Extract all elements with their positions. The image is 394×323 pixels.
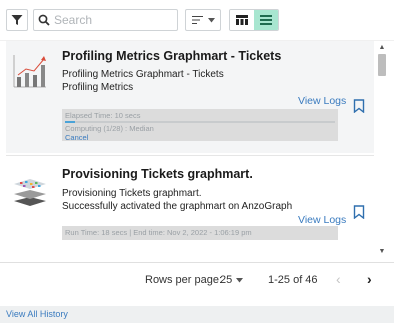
sort-lines-icon xyxy=(191,16,203,24)
progress-bar xyxy=(65,121,335,123)
elapsed-time: Elapsed Time: 10 secs xyxy=(65,111,141,120)
scroll-down-icon[interactable]: ▼ xyxy=(378,248,386,256)
filter-funnel-icon xyxy=(11,15,23,25)
sort-button[interactable] xyxy=(185,9,221,31)
divider xyxy=(6,155,374,156)
view-logs-link[interactable]: View Logs xyxy=(298,95,346,107)
table-view-icon xyxy=(236,15,248,25)
view-all-history-link[interactable]: View All History xyxy=(6,309,68,319)
view-mode-toggle xyxy=(229,9,279,31)
item-subtitle: Profiling Metrics Graphmart - Tickets xyxy=(62,69,224,80)
table-view-button[interactable] xyxy=(230,10,254,30)
item-title: Provisioning Tickets graphmart. xyxy=(62,167,253,181)
list-view-button[interactable] xyxy=(254,10,278,30)
bar-line-chart-icon xyxy=(13,55,46,88)
list-item[interactable]: Profiling Metrics Graphmart - Tickets Pr… xyxy=(6,41,374,153)
chevron-down-icon xyxy=(236,277,244,282)
footer-bar: View All History xyxy=(0,306,394,323)
item-title: Profiling Metrics Graphmart - Tickets xyxy=(62,49,282,63)
stacked-layers-icon xyxy=(14,179,46,206)
item-description: Profiling Metrics xyxy=(62,82,134,93)
chevron-down-icon xyxy=(207,17,215,22)
rows-per-page-select[interactable]: 25 xyxy=(220,274,244,286)
list-scrollbar[interactable]: ▲ ▼ xyxy=(376,40,388,262)
progress-fill xyxy=(65,121,75,123)
list-view-icon xyxy=(260,15,272,25)
filter-button[interactable] xyxy=(6,9,28,31)
item-subtitle: Provisioning Tickets graphmart. xyxy=(62,188,202,199)
pagination: Rows per page: 25 1-25 of 46 ‹ › xyxy=(0,262,394,296)
next-page-button[interactable]: › xyxy=(367,271,372,287)
rows-per-page-value: 25 xyxy=(220,274,233,286)
item-description: Successfully activated the graphmart on … xyxy=(62,201,293,212)
scroll-thumb[interactable] xyxy=(378,54,386,76)
search-input[interactable] xyxy=(54,13,174,27)
search-icon xyxy=(38,14,50,26)
rows-per-page-label: Rows per page: xyxy=(145,274,223,286)
previous-page-button[interactable]: ‹ xyxy=(336,271,341,287)
cancel-link[interactable]: Cancel xyxy=(65,133,335,142)
history-list: Profiling Metrics Graphmart - Tickets Pr… xyxy=(0,40,394,262)
search-field[interactable] xyxy=(33,9,178,31)
bookmark-icon[interactable] xyxy=(353,205,365,219)
list-item[interactable]: Provisioning Tickets graphmart. Provisio… xyxy=(6,161,374,262)
page-range: 1-25 of 46 xyxy=(268,274,318,286)
view-logs-link[interactable]: View Logs xyxy=(298,214,346,226)
scroll-up-icon[interactable]: ▲ xyxy=(378,44,386,52)
run-time-info: Run Time: 18 secs | End time: Nov 2, 202… xyxy=(62,226,338,240)
toolbar xyxy=(0,0,394,40)
progress-panel: Elapsed Time: 10 secs Computing (1/28) :… xyxy=(62,109,338,142)
computing-status: Computing (1/28) : Median xyxy=(65,124,154,133)
bookmark-icon[interactable] xyxy=(353,99,365,113)
